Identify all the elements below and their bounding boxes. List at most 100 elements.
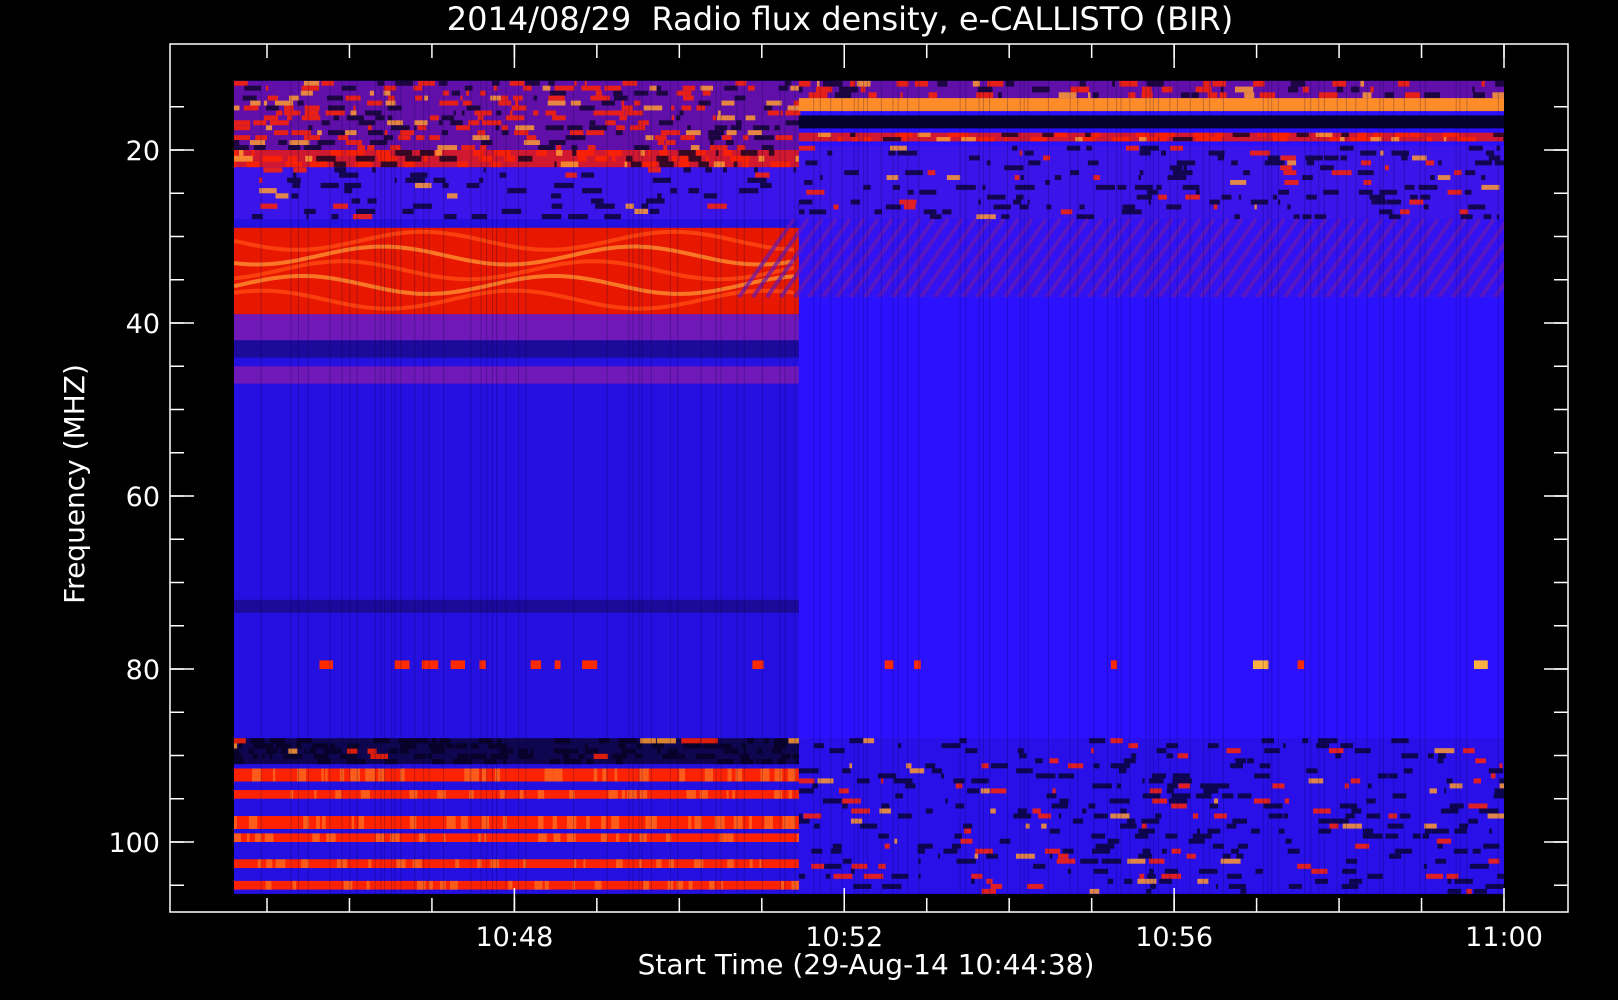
speckle	[619, 115, 627, 121]
column-texture	[573, 80, 575, 894]
speckle	[1473, 778, 1481, 784]
speckle	[608, 790, 618, 799]
speckle	[541, 214, 562, 220]
speckle	[308, 748, 317, 754]
speckle	[545, 110, 557, 116]
speckle	[878, 863, 886, 869]
speckle	[234, 140, 240, 145]
speckle	[1285, 838, 1292, 844]
speckle	[753, 125, 770, 131]
speckle	[1030, 137, 1047, 142]
speckle	[1240, 888, 1247, 894]
speckle	[351, 198, 361, 204]
speckle	[368, 859, 372, 868]
speckle	[814, 823, 820, 829]
speckle	[375, 833, 385, 842]
speckle	[668, 859, 675, 868]
speckle	[1287, 848, 1300, 854]
speckle	[805, 160, 818, 166]
speckle	[373, 738, 390, 744]
speckle	[798, 788, 814, 794]
column-texture	[841, 80, 843, 894]
speckle	[481, 120, 502, 126]
speckle	[1171, 848, 1181, 854]
speckle	[611, 816, 620, 829]
speckle	[1473, 92, 1485, 99]
speckle	[842, 803, 848, 809]
column-texture	[650, 80, 652, 894]
speckle	[630, 125, 646, 131]
speckle	[468, 120, 480, 126]
speckle	[688, 880, 693, 890]
speckle	[740, 759, 754, 765]
speckle	[321, 120, 330, 126]
speckle	[496, 110, 502, 116]
speckle	[1038, 813, 1051, 819]
speckle	[266, 105, 279, 111]
speckle	[1164, 868, 1179, 874]
speckle	[323, 748, 342, 754]
speckle	[584, 80, 587, 86]
x-axis-label: Start Time (29-Aug-14 10:44:38)	[638, 948, 1095, 981]
speckle	[1186, 853, 1196, 859]
speckle	[713, 161, 725, 168]
column-texture	[1459, 80, 1461, 894]
speckle	[1107, 878, 1114, 884]
speckle	[525, 80, 540, 86]
column-texture	[965, 80, 967, 894]
speckle	[990, 883, 1003, 889]
speckle	[851, 818, 863, 824]
speckle	[1391, 137, 1400, 142]
y-tick-label: 60	[126, 482, 160, 513]
speckle	[1350, 86, 1360, 93]
speckle	[589, 125, 607, 131]
speckle	[398, 135, 411, 141]
column-texture	[743, 80, 745, 894]
speckle	[648, 167, 661, 173]
speckle	[704, 768, 714, 782]
speckle	[554, 748, 573, 754]
burst-mark	[1253, 660, 1269, 669]
speckle	[1089, 888, 1100, 894]
speckle	[234, 753, 243, 759]
speckle	[269, 753, 273, 759]
speckle	[774, 125, 780, 131]
speckle	[1235, 86, 1254, 93]
column-texture	[384, 80, 386, 894]
speckle	[1488, 858, 1500, 864]
column-texture	[1466, 80, 1468, 894]
speckle	[1488, 768, 1504, 774]
column-texture	[1455, 80, 1457, 894]
speckle	[1152, 798, 1168, 804]
speckle	[977, 137, 995, 142]
speckle	[937, 80, 948, 87]
speckle	[1045, 180, 1050, 185]
speckle	[754, 135, 775, 141]
speckle	[1446, 778, 1453, 784]
speckle	[656, 90, 668, 96]
speckle	[591, 198, 604, 204]
speckle	[1236, 853, 1244, 859]
speckle	[274, 100, 294, 106]
speckle	[680, 155, 689, 162]
y-tick-label: 100	[108, 828, 160, 859]
speckle	[429, 115, 439, 121]
speckle	[1468, 803, 1488, 809]
speckle	[523, 85, 532, 91]
speckle	[766, 100, 782, 106]
speckle	[566, 833, 576, 842]
speckle	[951, 843, 961, 849]
speckle	[1426, 137, 1432, 142]
column-texture	[1222, 80, 1224, 894]
speckle	[1280, 165, 1293, 171]
speckle	[1166, 743, 1178, 749]
burst-mark	[450, 660, 465, 669]
speckle	[303, 80, 320, 86]
speckle	[292, 172, 297, 178]
speckle	[351, 816, 355, 829]
speckle	[787, 768, 796, 782]
speckle	[1371, 199, 1387, 205]
speckle	[1170, 165, 1183, 171]
speckle	[1486, 150, 1495, 156]
speckle	[900, 92, 903, 99]
